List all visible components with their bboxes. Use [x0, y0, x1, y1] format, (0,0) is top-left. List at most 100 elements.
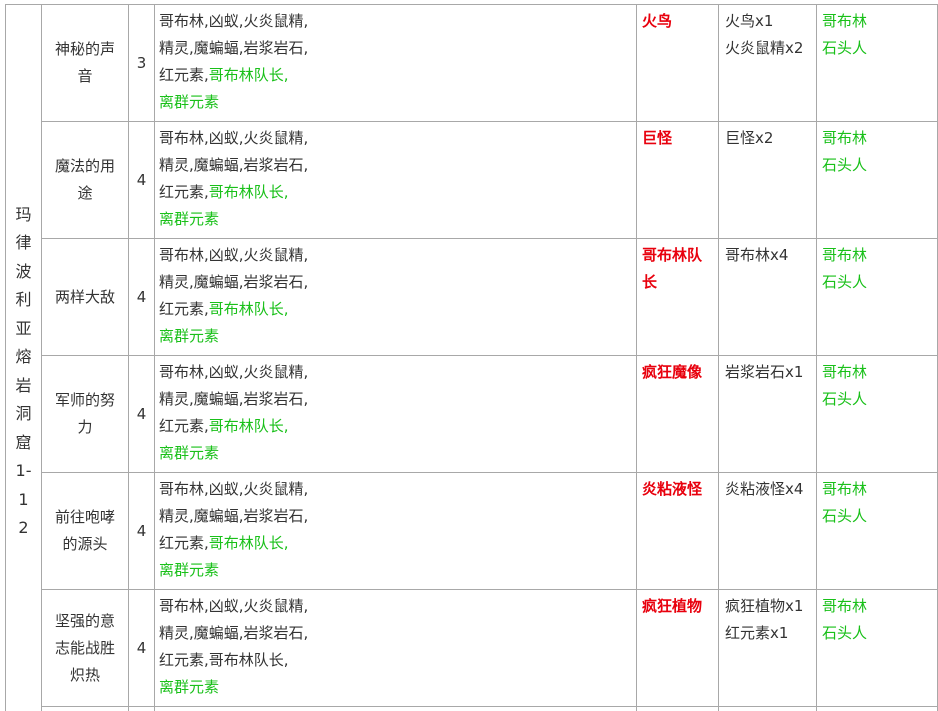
target-cell: 哥布林x4: [718, 238, 817, 356]
reward-cell: 哥布林 石头人: [816, 121, 938, 239]
target-cell: 火鸟x1 火炎鼠精x2: [718, 4, 817, 122]
monsters-line: 哥布林,凶蚁,火炎鼠精,: [159, 12, 309, 30]
partial-row: [6, 706, 938, 711]
quest-row: 两样大敌 4 哥布林,凶蚁,火炎鼠精, 精灵,魔蝙蝠,岩浆岩石, 红元素,哥布林队长, 离…: [6, 238, 938, 356]
reward-item: 哥布林: [822, 480, 868, 498]
boss-cell: 巨怪: [636, 121, 719, 239]
target-item: 火鸟x1: [725, 12, 774, 30]
quest-name: 魔法的用途: [54, 157, 115, 202]
quest-name-cell: 两样大敌: [41, 238, 129, 356]
monsters-line: 红元素,哥布林队长,: [159, 413, 632, 440]
monsters-highlight-text: 哥布林队长,: [208, 300, 289, 318]
monsters-line: 红元素,哥布林队长,: [159, 62, 632, 89]
monsters-line: 精灵,魔蝙蝠,岩浆岩石,: [159, 624, 309, 642]
quest-count: 4: [136, 404, 147, 423]
monsters-cell: 哥布林,凶蚁,火炎鼠精, 精灵,魔蝙蝠,岩浆岩石, 红元素,哥布林队长, 离群元素: [154, 472, 637, 590]
target-item: 哥布林x4: [725, 246, 789, 264]
monsters-line: 哥布林,凶蚁,火炎鼠精,: [159, 129, 309, 147]
reward-item: 石头人: [822, 624, 868, 642]
monsters-cell: 哥布林,凶蚁,火炎鼠精, 精灵,魔蝙蝠,岩浆岩石, 红元素,哥布林队长, 离群元素: [154, 355, 637, 473]
quest-name: 两样大敌: [54, 287, 115, 306]
monsters-text: 红元素,: [159, 183, 209, 201]
boss-cell: 炎粘液怪: [636, 472, 719, 590]
quest-name-cell: 军师的努力: [41, 355, 129, 473]
monsters-line: 精灵,魔蝙蝠,岩浆岩石,: [159, 156, 309, 174]
monsters-line: 哥布林,凶蚁,火炎鼠精,: [159, 246, 309, 264]
reward-item: 哥布林: [822, 363, 868, 381]
partial-cell: [128, 706, 155, 711]
monsters-text: 红元素,: [159, 534, 209, 552]
quest-name: 神秘的声音: [54, 40, 115, 85]
quest-table-container: 玛律波利亚熔岩洞窟1-12 神秘的声音 3 哥布林,凶蚁,火炎鼠精, 精灵,魔蝙蝠,岩浆…: [0, 0, 938, 711]
monsters-text: 红元素,: [159, 66, 209, 84]
monsters-line: 哥布林,凶蚁,火炎鼠精,: [159, 363, 309, 381]
quest-row: 玛律波利亚熔岩洞窟1-12 神秘的声音 3 哥布林,凶蚁,火炎鼠精, 精灵,魔蝙蝠,岩浆…: [5, 4, 938, 711]
monsters-line: 精灵,魔蝙蝠,岩浆岩石,: [159, 273, 309, 291]
quest-table: 玛律波利亚熔岩洞窟1-12 神秘的声音 3 哥布林,凶蚁,火炎鼠精, 精灵,魔蝙蝠,岩浆…: [5, 4, 938, 711]
reward-cell: 哥布林 石头人: [816, 472, 938, 590]
monsters-line: 红元素,哥布林队长,: [159, 296, 632, 323]
region-cell: 玛律波利亚熔岩洞窟1-12: [5, 4, 42, 711]
monsters-highlight-line: 离群元素: [159, 327, 220, 345]
monsters-text: 红元素,哥布林队长,: [159, 651, 289, 669]
quest-count: 4: [136, 287, 147, 306]
target-item: 巨怪x2: [725, 129, 774, 147]
reward-item: 石头人: [822, 39, 868, 57]
monsters-line: 精灵,魔蝙蝠,岩浆岩石,: [159, 390, 309, 408]
reward-item: 石头人: [822, 507, 868, 525]
monsters-cell: 哥布林,凶蚁,火炎鼠精, 精灵,魔蝙蝠,岩浆岩石, 红元素,哥布林队长, 离群元素: [154, 4, 637, 122]
partial-cell: [718, 706, 817, 711]
quest-name-cell: 魔法的用途: [41, 121, 129, 239]
quest-count-cell: 4: [128, 238, 155, 356]
monsters-highlight-line: 离群元素: [159, 561, 220, 579]
monsters-text: 红元素,: [159, 300, 209, 318]
monsters-cell: 哥布林,凶蚁,火炎鼠精, 精灵,魔蝙蝠,岩浆岩石, 红元素,哥布林队长, 离群元素: [154, 238, 637, 356]
target-cell: 疯狂植物x1 红元素x1: [718, 589, 817, 707]
quest-count-cell: 4: [128, 355, 155, 473]
reward-item: 石头人: [822, 390, 868, 408]
reward-item: 石头人: [822, 156, 868, 174]
quest-name: 军师的努力: [54, 391, 115, 436]
monsters-highlight-text: 哥布林队长,: [208, 66, 289, 84]
quest-count: 3: [136, 53, 147, 72]
monsters-highlight-text: 哥布林队长,: [208, 534, 289, 552]
reward-item: 哥布林: [822, 246, 868, 264]
reward-item: 石头人: [822, 273, 868, 291]
target-cell: 岩浆岩石x1: [718, 355, 817, 473]
quest-row: 军师的努力 4 哥布林,凶蚁,火炎鼠精, 精灵,魔蝙蝠,岩浆岩石, 红元素,哥布林队长,…: [6, 355, 938, 473]
partial-cell: [636, 706, 719, 711]
monsters-text: 红元素,: [159, 417, 209, 435]
boss-name: 巨怪: [642, 129, 673, 147]
quest-name: 前往咆哮的源头: [54, 508, 115, 553]
quest-row: 坚强的意志能战胜炽热 4 哥布林,凶蚁,火炎鼠精, 精灵,魔蝙蝠,岩浆岩石, 红元素,哥…: [6, 589, 938, 707]
monsters-line: 精灵,魔蝙蝠,岩浆岩石,: [159, 507, 309, 525]
monsters-highlight-text: 哥布林队长,: [208, 183, 289, 201]
boss-cell: 哥布林队长: [636, 238, 719, 356]
monsters-line: 精灵,魔蝙蝠,岩浆岩石,: [159, 39, 309, 57]
boss-name: 哥布林队长: [642, 246, 703, 291]
target-item: 红元素x1: [725, 624, 789, 642]
monsters-line: 红元素,哥布林队长,: [159, 179, 632, 206]
quest-name-cell: 前往咆哮的源头: [41, 472, 129, 590]
partial-cell: [41, 706, 129, 711]
partial-cell: [816, 706, 938, 711]
reward-cell: 哥布林 石头人: [816, 355, 938, 473]
region-name: 玛律波利亚熔岩洞窟1-12: [15, 204, 32, 538]
quest-count-cell: 4: [128, 472, 155, 590]
quest-table-body: 玛律波利亚熔岩洞窟1-12 神秘的声音 3 哥布林,凶蚁,火炎鼠精, 精灵,魔蝙蝠,岩浆…: [5, 4, 938, 711]
target-item: 岩浆岩石x1: [725, 363, 804, 381]
boss-name: 疯狂植物: [642, 597, 703, 615]
monsters-line: 哥布林,凶蚁,火炎鼠精,: [159, 597, 309, 615]
reward-item: 哥布林: [822, 597, 868, 615]
target-cell: 巨怪x2: [718, 121, 817, 239]
boss-name: 疯狂魔像: [642, 363, 703, 381]
boss-cell: 火鸟: [636, 4, 719, 122]
quest-count: 4: [136, 521, 147, 540]
monsters-highlight-line: 离群元素: [159, 210, 220, 228]
quest-count: 4: [136, 638, 147, 657]
monsters-line: 红元素,哥布林队长,: [159, 647, 632, 674]
partial-cell: [154, 706, 637, 711]
quest-name: 坚强的意志能战胜炽热: [54, 611, 115, 684]
monsters-line: 哥布林,凶蚁,火炎鼠精,: [159, 480, 309, 498]
monsters-highlight-text: 哥布林队长,: [208, 417, 289, 435]
